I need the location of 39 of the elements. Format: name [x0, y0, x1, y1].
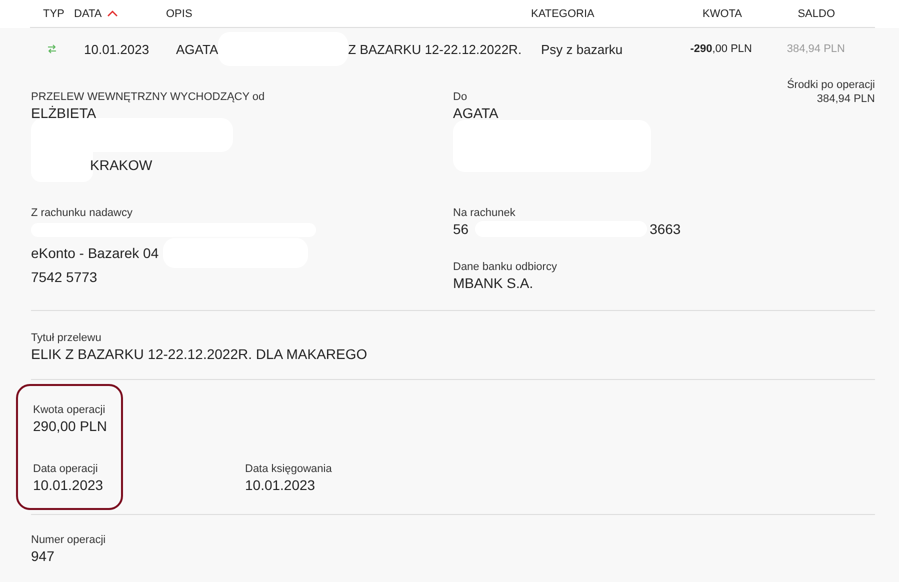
field-label: Do [453, 90, 468, 104]
description-cell: AGATA [176, 42, 218, 56]
funds-value: 384,94 PLN [816, 92, 875, 106]
field-label: Na rachunek [453, 206, 516, 220]
field-label: Środki po operacji [786, 78, 875, 92]
account-number: 3663 [650, 220, 681, 238]
amount-cell-text: -290,00 PLN [689, 43, 752, 55]
field-label: Data księgowania [245, 462, 332, 476]
column-header[interactable]: KATEGORIA [531, 8, 651, 20]
operation-number: 947 [31, 547, 56, 565]
account-number: 7542 5773 [31, 268, 98, 286]
field-label: Data operacji [33, 462, 99, 476]
field-label: Tytuł przelewu [31, 331, 102, 345]
operation-amount: 290,00 PLN [33, 417, 107, 435]
field-label: Numer operacji [31, 533, 107, 547]
transfer-title: ELIK Z BAZARKU 12-22.12.2022R. DLA MAKAREGO [31, 345, 368, 363]
column-header[interactable]: KWOTA [651, 8, 742, 20]
column-header[interactable]: DATA [74, 8, 166, 20]
booking-date: 10.01.2023 [245, 476, 316, 494]
sort-caret-icon [106, 10, 118, 17]
sender-city: KRAKOW [90, 156, 152, 174]
column-header[interactable]: SALDO [742, 8, 835, 20]
date-cell-text: 10.01.2023 [84, 42, 150, 56]
account-number: 56 [453, 220, 469, 238]
field-label: Z rachunku nadawcy [31, 206, 134, 220]
column-header[interactable]: TYP [43, 8, 74, 20]
field-label: Dane banku odbiorcy [453, 260, 558, 274]
operation-date: 10.01.2023 [33, 476, 104, 494]
bank-name: MBANK S.A. [453, 274, 534, 292]
account-name: eKonto - Bazarek 04 [31, 244, 159, 262]
recipient-name: AGATA [453, 104, 498, 122]
sender-name: ELŻBIETA [31, 104, 98, 122]
description-cell: Z BAZARKU 12-22.12.2022R. [348, 42, 522, 56]
field-label: Kwota operacji [33, 403, 106, 417]
balance-cell-text: 384,94 PLN [786, 43, 845, 55]
category-cell-text: Psy z bazarku [541, 42, 624, 56]
transfer-icon [47, 44, 57, 54]
field-label: PRZELEW WEWNĘTRZNY WYCHODZĄCY od [31, 90, 266, 104]
column-header[interactable]: OPIS [166, 8, 531, 20]
